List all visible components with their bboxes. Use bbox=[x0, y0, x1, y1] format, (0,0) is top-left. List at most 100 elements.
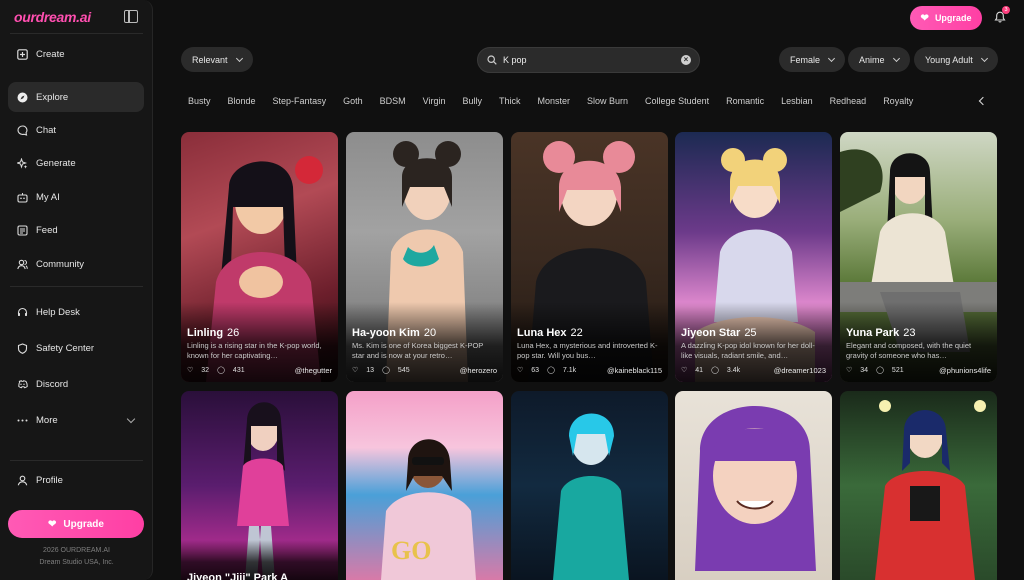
tag-monster[interactable]: Monster bbox=[538, 96, 571, 110]
search-input[interactable]: K pop bbox=[503, 55, 527, 65]
card-name: Yuna Park 23 bbox=[846, 327, 916, 339]
clear-search-icon[interactable]: × bbox=[681, 55, 691, 65]
heart-icon: ♡ bbox=[681, 367, 688, 374]
card-image bbox=[675, 391, 832, 580]
tag-thick[interactable]: Thick bbox=[499, 96, 521, 110]
sidebar-item-more[interactable]: More bbox=[8, 405, 144, 435]
upgrade-label: Upgrade bbox=[934, 13, 972, 23]
sidebar-item-generate[interactable]: Generate bbox=[8, 148, 144, 178]
sidebar-item-create[interactable]: Create bbox=[8, 39, 144, 69]
card-description: A dazzling K-pop idol known for her doll… bbox=[681, 341, 815, 360]
character-card[interactable] bbox=[840, 391, 997, 580]
search-bar[interactable]: K pop × bbox=[477, 47, 700, 73]
chat-bubble-icon bbox=[17, 124, 28, 136]
shield-icon bbox=[17, 342, 28, 354]
character-card[interactable]: Jiyeon Star 25 A dazzling K-pop idol know… bbox=[675, 132, 832, 382]
creator-handle[interactable]: @herozero bbox=[460, 366, 497, 375]
comment-icon: ◯ bbox=[547, 367, 555, 374]
sidebar-item-chat[interactable]: Chat bbox=[8, 115, 144, 145]
character-card[interactable]: GO bbox=[346, 391, 503, 580]
heart-icon: ❤ bbox=[48, 518, 57, 530]
sidebar-item-label: My AI bbox=[36, 191, 60, 203]
comment-icon: ◯ bbox=[382, 367, 390, 374]
card-name: Ha-yoon Kim 20 bbox=[352, 327, 437, 339]
tag-bdsm[interactable]: BDSM bbox=[380, 96, 406, 110]
sidebar-item-profile[interactable]: Profile bbox=[8, 465, 144, 495]
sidebar-item-label: Chat bbox=[36, 124, 57, 136]
tag-romantic[interactable]: Romantic bbox=[726, 96, 764, 110]
character-card[interactable]: Yuna Park 23 Elegant and composed, with t… bbox=[840, 132, 997, 382]
sidebar-item-label: Help Desk bbox=[36, 306, 80, 318]
card-image: GO bbox=[346, 391, 503, 580]
tag-college-student[interactable]: College Student bbox=[645, 96, 709, 110]
feed-icon bbox=[17, 224, 28, 236]
top-upgrade-button[interactable]: ❤ Upgrade bbox=[910, 6, 982, 30]
tag-redhead[interactable]: Redhead bbox=[830, 96, 867, 110]
card-name: Jiyeon "Jiji" Park A bbox=[187, 572, 289, 580]
sidebar-toggle-icon[interactable] bbox=[124, 10, 138, 23]
character-card[interactable]: Ha-yoon Kim 20 Ms. Kim is one of Korea bi… bbox=[346, 132, 503, 382]
sidebar-item-safety-center[interactable]: Safety Center bbox=[8, 333, 144, 363]
svg-text:GO: GO bbox=[391, 536, 431, 565]
users-icon bbox=[17, 259, 28, 270]
tag-step-fantasy[interactable]: Step-Fantasy bbox=[273, 96, 327, 110]
style-dropdown[interactable]: Anime bbox=[848, 47, 910, 72]
sidebar-item-explore[interactable]: Explore bbox=[8, 82, 144, 112]
upgrade-label: Upgrade bbox=[63, 518, 104, 530]
card-stats: ♡ 34 ◯ 521 bbox=[846, 366, 904, 375]
character-card[interactable]: Jiyeon "Jiji" Park A bbox=[181, 391, 338, 580]
creator-handle[interactable]: @phunions4life bbox=[939, 366, 991, 375]
chevron-left-icon[interactable] bbox=[978, 96, 988, 106]
sidebar-item-community[interactable]: Community bbox=[8, 249, 144, 279]
card-stats: ♡ 13 ◯ 545 bbox=[352, 366, 410, 375]
sidebar-item-label: Generate bbox=[36, 157, 76, 169]
company-text: Dream Studio USA, Inc. bbox=[39, 559, 114, 566]
character-card[interactable]: Linling 26 Linling is a rising star in th… bbox=[181, 132, 338, 382]
heart-icon: ♡ bbox=[517, 367, 524, 374]
sidebar-item-label: Feed bbox=[36, 224, 58, 236]
sort-dropdown[interactable]: Relevant bbox=[181, 47, 253, 72]
sidebar-item-feed[interactable]: Feed bbox=[8, 215, 144, 245]
card-description: Ms. Kim is one of Korea biggest K-POP st… bbox=[352, 341, 484, 360]
card-description: Elegant and composed, with the quiet gra… bbox=[846, 341, 972, 360]
gender-dropdown[interactable]: Female bbox=[779, 47, 846, 72]
card-image bbox=[511, 391, 668, 580]
tag-list: Busty Blonde Step-Fantasy Goth BDSM Virg… bbox=[188, 96, 930, 110]
sidebar-item-label: Explore bbox=[36, 91, 69, 103]
tag-royalty[interactable]: Royalty bbox=[883, 96, 913, 110]
comment-icon: ◯ bbox=[711, 367, 719, 374]
chevron-down-icon bbox=[827, 54, 836, 62]
sidebar-item-discord[interactable]: Discord bbox=[8, 369, 144, 399]
creator-handle[interactable]: @kaineblack115 bbox=[607, 366, 662, 375]
character-card[interactable]: Luna Hex 22 Luna Hex, a mysterious and in… bbox=[511, 132, 668, 382]
tag-lesbian[interactable]: Lesbian bbox=[781, 96, 813, 110]
age-value: Young Adult bbox=[925, 54, 973, 65]
tag-goth[interactable]: Goth bbox=[343, 96, 363, 110]
character-card[interactable] bbox=[511, 391, 668, 580]
creator-handle[interactable]: @dreamer1023 bbox=[774, 366, 826, 375]
divider bbox=[10, 286, 143, 287]
sidebar-item-label: Create bbox=[36, 48, 65, 60]
sidebar-item-my-ai[interactable]: My AI bbox=[8, 182, 144, 212]
heart-icon: ♡ bbox=[352, 367, 359, 374]
divider bbox=[10, 460, 143, 461]
age-dropdown[interactable]: Young Adult bbox=[914, 47, 998, 72]
heart-icon: ♡ bbox=[187, 367, 194, 374]
logo[interactable]: ourdream.ai bbox=[14, 9, 91, 25]
creator-handle[interactable]: @thegutter bbox=[295, 366, 332, 375]
card-name: Jiyeon Star 25 bbox=[681, 327, 757, 339]
tag-blonde[interactable]: Blonde bbox=[228, 96, 256, 110]
tag-busty[interactable]: Busty bbox=[188, 96, 211, 110]
chevron-down-icon bbox=[980, 54, 988, 62]
sparkle-icon bbox=[17, 157, 28, 169]
tag-slow-burn[interactable]: Slow Burn bbox=[587, 96, 628, 110]
sidebar-item-help-desk[interactable]: Help Desk bbox=[8, 297, 144, 327]
copyright-text: 2026 OURDREAM.AI bbox=[43, 547, 110, 554]
tag-virgin[interactable]: Virgin bbox=[423, 96, 446, 110]
sidebar-item-label: Discord bbox=[36, 378, 69, 390]
card-stats: ♡ 41 ◯ 3.4k bbox=[681, 366, 741, 375]
card-name: Luna Hex 22 bbox=[517, 327, 583, 339]
sidebar-upgrade-button[interactable]: ❤ Upgrade bbox=[8, 510, 144, 538]
character-card[interactable] bbox=[675, 391, 832, 580]
tag-bully[interactable]: Bully bbox=[462, 96, 482, 110]
